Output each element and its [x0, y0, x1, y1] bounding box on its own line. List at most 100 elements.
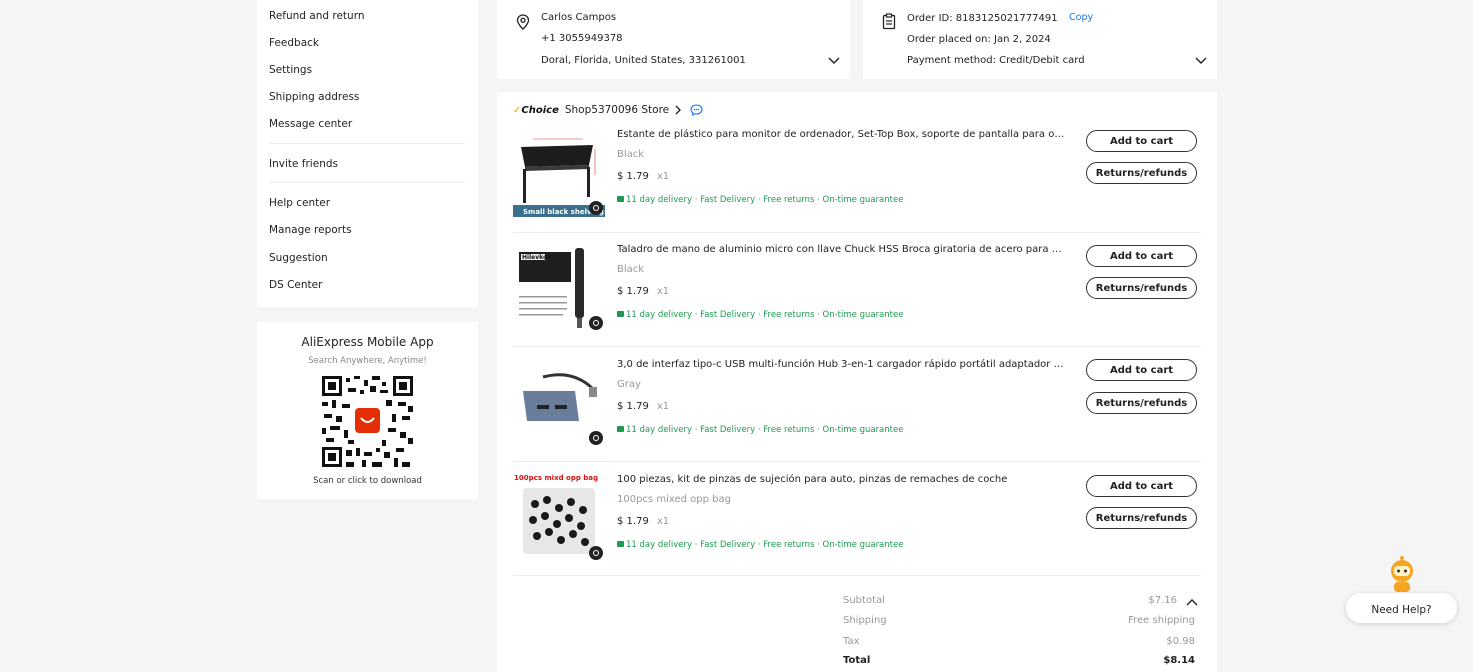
- copy-order-id-link[interactable]: Copy: [1069, 12, 1093, 23]
- product-price: $ 1.79: [617, 171, 649, 182]
- product-title[interactable]: 3,0 de interfaz tipo-c USB multi-función…: [617, 359, 1067, 370]
- item-divider: [513, 575, 1201, 576]
- robot-assistant-icon[interactable]: [1386, 555, 1418, 593]
- order-item: 3,0 de interfaz tipo-c USB multi-función…: [513, 355, 1201, 469]
- recipient-location: Doral, Florida, United States, 331261001: [541, 55, 746, 66]
- camera-icon[interactable]: [589, 546, 603, 560]
- shipping-label: Shipping: [843, 615, 887, 626]
- order-placed-date: Order placed on: Jan 2, 2024: [907, 34, 1051, 45]
- app-promo-subtitle: Search Anywhere, Anytime!: [308, 356, 427, 366]
- product-variant: Gray: [617, 379, 641, 390]
- delivery-truck-icon: [617, 311, 624, 317]
- sidebar-divider: [269, 182, 465, 183]
- product-image[interactable]: Hilevkox: [513, 240, 605, 332]
- add-to-cart-button[interactable]: Add to cart: [1086, 359, 1197, 381]
- product-variant: 100pcs mixed opp bag: [617, 494, 731, 505]
- delivery-truck-icon: [617, 426, 624, 432]
- product-image[interactable]: Small black shelving: [513, 125, 605, 217]
- subtotal-label: Subtotal: [843, 595, 885, 606]
- product-price: $ 1.79: [617, 286, 649, 297]
- subtotal-value: $7.16: [1148, 595, 1177, 606]
- product-image[interactable]: [513, 355, 605, 447]
- camera-icon[interactable]: [589, 431, 603, 445]
- choice-badge: ✓Choice: [513, 104, 559, 116]
- add-to-cart-button[interactable]: Add to cart: [1086, 475, 1197, 497]
- product-image-caption: 100pcs mixd opp bag: [514, 474, 599, 482]
- sidebar-item-settings[interactable]: Settings: [269, 64, 312, 76]
- tax-value: $0.98: [1166, 636, 1195, 647]
- sidebar-divider: [269, 143, 465, 144]
- sidebar-item-help-center[interactable]: Help center: [269, 197, 330, 209]
- product-image-caption: Hilevkox: [522, 254, 551, 261]
- delivery-info: 11 day delivery · Fast Delivery · Free r…: [617, 195, 903, 205]
- sidebar-item-feedback[interactable]: Feedback: [269, 37, 319, 49]
- product-qty: x1: [656, 401, 670, 412]
- camera-icon[interactable]: [589, 316, 603, 330]
- store-header[interactable]: ✓Choice Shop5370096 Store: [513, 103, 703, 117]
- camera-icon[interactable]: [589, 201, 603, 215]
- app-download-link[interactable]: Scan or click to download: [257, 476, 478, 486]
- product-price: $ 1.79: [617, 401, 649, 412]
- product-image[interactable]: 100pcs mixd opp bag: [513, 470, 605, 562]
- order-items-card: ✓Choice Shop5370096 Store Small black sh…: [497, 92, 1217, 672]
- sidebar-item-shipping-address[interactable]: Shipping address: [269, 91, 359, 103]
- account-sidebar: Refund and return Feedback Settings Ship…: [257, 0, 478, 307]
- product-variant: Black: [617, 264, 645, 275]
- order-info-card: Order ID: 8183125021777491 Copy Order pl…: [863, 0, 1217, 79]
- recipient-name: Carlos Campos: [541, 12, 617, 23]
- chat-icon[interactable]: [690, 104, 703, 116]
- clipboard-icon: [882, 13, 896, 30]
- delivery-truck-icon: [617, 196, 624, 202]
- product-qty: x1: [656, 171, 670, 182]
- add-to-cart-button[interactable]: Add to cart: [1086, 245, 1197, 267]
- product-price-line: $ 1.79 x1: [617, 401, 669, 412]
- product-variant: Black: [617, 149, 645, 160]
- sidebar-item-manage-reports[interactable]: Manage reports: [269, 224, 352, 236]
- returns-refunds-button[interactable]: Returns/refunds: [1086, 277, 1197, 299]
- product-price-line: $ 1.79 x1: [617, 171, 669, 182]
- recipient-phone: +1 3055949378: [541, 33, 623, 44]
- delivery-truck-icon: [617, 541, 624, 547]
- sidebar-item-ds-center[interactable]: DS Center: [269, 279, 322, 291]
- delivery-info: 11 day delivery · Fast Delivery · Free r…: [617, 425, 903, 435]
- payment-method: Payment method: Credit/Debit card: [907, 55, 1085, 66]
- order-item: 100pcs mixd opp bag 100 piezas, kit de p…: [513, 470, 1201, 584]
- product-qty: x1: [656, 286, 670, 297]
- shipping-address-card: Carlos Campos +1 3055949378 Doral, Flori…: [497, 0, 850, 79]
- chevron-right-icon[interactable]: [675, 105, 682, 115]
- delivery-info: 11 day delivery · Fast Delivery · Free r…: [617, 310, 903, 320]
- chevron-up-icon[interactable]: [1186, 598, 1198, 606]
- app-promo-title: AliExpress Mobile App: [301, 335, 434, 349]
- sidebar-item-refund-and-return[interactable]: Refund and return: [269, 10, 365, 22]
- store-name[interactable]: Shop5370096 Store: [565, 104, 669, 116]
- item-divider: [513, 346, 1201, 347]
- product-title[interactable]: Taladro de mano de aluminio micro con ll…: [617, 244, 1067, 255]
- sidebar-item-suggestion[interactable]: Suggestion: [269, 252, 328, 264]
- product-price-line: $ 1.79 x1: [617, 516, 669, 527]
- shipping-value: Free shipping: [1128, 615, 1195, 626]
- returns-refunds-button[interactable]: Returns/refunds: [1086, 162, 1197, 184]
- item-divider: [513, 461, 1201, 462]
- returns-refunds-button[interactable]: Returns/refunds: [1086, 392, 1197, 414]
- delivery-info: 11 day delivery · Fast Delivery · Free r…: [617, 540, 903, 550]
- tax-label: Tax: [843, 636, 860, 647]
- sidebar-item-message-center[interactable]: Message center: [269, 118, 352, 130]
- product-title[interactable]: Estante de plástico para monitor de orde…: [617, 129, 1067, 140]
- item-divider: [513, 232, 1201, 233]
- add-to-cart-button[interactable]: Add to cart: [1086, 130, 1197, 152]
- order-id: Order ID: 8183125021777491: [907, 13, 1058, 24]
- qr-code-icon[interactable]: [322, 376, 413, 467]
- returns-refunds-button[interactable]: Returns/refunds: [1086, 507, 1197, 529]
- order-item: Hilevkox Taladro de mano de aluminio mic…: [513, 240, 1201, 354]
- location-pin-icon: [516, 14, 530, 30]
- order-item: Small black shelving Estante de plástico…: [513, 125, 1201, 239]
- chevron-down-icon[interactable]: [1195, 57, 1207, 65]
- product-title[interactable]: 100 piezas, kit de pinzas de sujeción pa…: [617, 474, 1067, 485]
- mobile-app-promo: AliExpress Mobile App Search Anywhere, A…: [257, 322, 478, 499]
- sidebar-item-invite-friends[interactable]: Invite friends: [269, 158, 338, 170]
- product-price: $ 1.79: [617, 516, 649, 527]
- chevron-down-icon[interactable]: [828, 57, 840, 65]
- product-qty: x1: [656, 516, 670, 527]
- need-help-button[interactable]: Need Help?: [1346, 593, 1457, 623]
- product-price-line: $ 1.79 x1: [617, 286, 669, 297]
